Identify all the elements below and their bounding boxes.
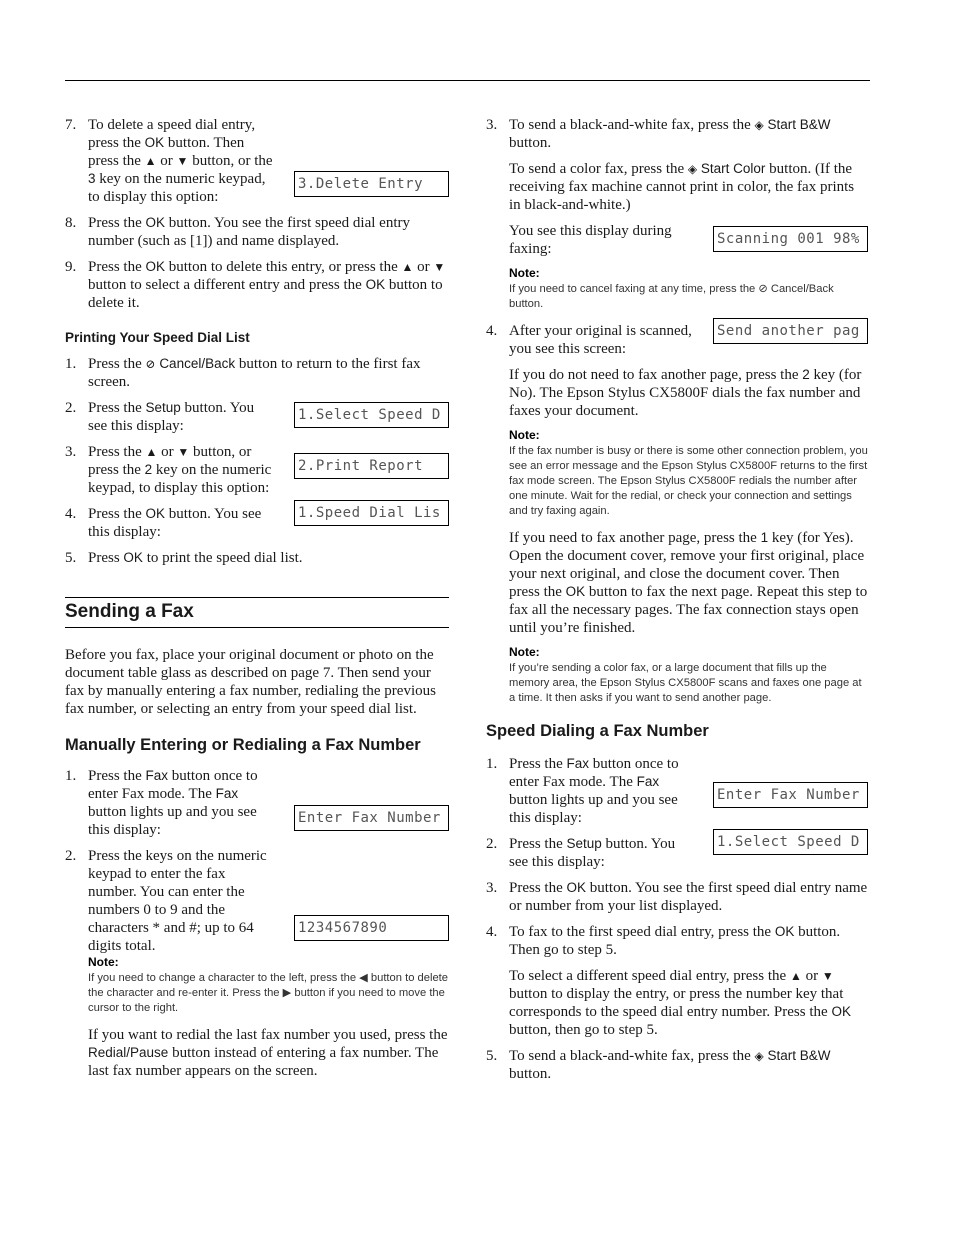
up-arrow-icon: ▲ <box>789 969 802 983</box>
section-title-sending-a-fax: Sending a Fax <box>65 597 449 628</box>
lcd-display: Send another pag <box>713 318 868 344</box>
print-step-4: 4. Press the OK button. You see this dis… <box>65 500 449 541</box>
sending-intro: Before you fax, place your original docu… <box>65 647 436 717</box>
note: Note: If you’re sending a color fax, or a… <box>509 645 862 704</box>
redial-paragraph: If you want to redial the last fax numbe… <box>88 1027 448 1079</box>
ok-button-ref: OK <box>144 135 165 150</box>
print-step-3: 3. Press the ▲ or ▼ button, or press the… <box>65 443 449 497</box>
note: Note: If you need to cancel faxing at any… <box>509 266 834 310</box>
print-step-1: 1. Press the ⊘ Cancel/Back button to ret… <box>65 356 421 390</box>
lcd-display: 3.Delete Entry <box>294 171 449 197</box>
lcd-display: 1.Speed Dial Lis <box>294 500 449 526</box>
lcd-display: Scanning 001 98% <box>713 226 868 252</box>
speed-step-4: 4. To fax to the first speed dial entry,… <box>486 924 851 1038</box>
note: Note: If you need to change a character t… <box>88 955 449 1014</box>
speed-step-1: 1. Press the Fax button once to enter Fa… <box>486 755 868 827</box>
delete-step-9: 9. Press the OK button to delete this en… <box>65 259 446 311</box>
speed-dial-heading: Speed Dialing a Fax Number <box>486 722 709 740</box>
up-arrow-icon: ▲ <box>145 445 158 459</box>
header-rule <box>65 80 870 81</box>
send-step-3: 3. To send a black-and-white fax, press … <box>486 116 868 312</box>
print-step-5: 5. Press OK to print the speed dial list… <box>65 550 303 566</box>
delete-step-8: 8. Press the OK button. You see the firs… <box>65 215 410 249</box>
left-arrow-icon: ◀ <box>359 972 368 984</box>
start-diamond-icon: ◈ <box>687 162 698 176</box>
up-arrow-icon: ▲ <box>144 154 157 168</box>
delete-step-7: 7. To delete a speed dial entry, press t… <box>65 116 449 206</box>
cancel-icon: ⊘ <box>758 283 768 295</box>
manual-heading: Manually Entering or Redialing a Fax Num… <box>65 736 421 754</box>
lcd-display: 1.Select Speed D <box>713 829 868 855</box>
right-arrow-icon: ▶ <box>282 987 292 999</box>
up-arrow-icon: ▲ <box>401 260 414 274</box>
speed-step-3: 3. Press the OK button. You see the firs… <box>486 880 868 914</box>
down-arrow-icon: ▼ <box>176 154 189 168</box>
left-column: 7. To delete a speed dial entry, press t… <box>65 116 449 1080</box>
right-column: 3. To send a black-and-white fax, press … <box>486 116 868 1091</box>
lcd-display: Enter Fax Number <box>713 782 868 808</box>
speed-step-2: 2. Press the Setup button. You see this … <box>486 829 868 871</box>
send-step-4: 4. After your original is scanned, you s… <box>486 318 868 706</box>
cancel-icon: ⊘ <box>145 357 156 371</box>
lcd-display: 2.Print Report <box>294 453 449 479</box>
down-arrow-icon: ▼ <box>821 969 834 983</box>
print-list-heading: Printing Your Speed Dial List <box>65 330 250 345</box>
down-arrow-icon: ▼ <box>177 445 190 459</box>
lcd-display: 1.Select Speed D <box>294 402 449 428</box>
start-diamond-icon: ◈ <box>754 1049 764 1063</box>
print-step-2: 2. Press the Setup button. You see this … <box>65 399 449 435</box>
down-arrow-icon: ▼ <box>433 260 446 274</box>
lcd-display: Enter Fax Number <box>294 805 449 831</box>
start-diamond-icon: ◈ <box>754 118 764 132</box>
manual-step-2: 2. Press the keys on the numeric keypad … <box>65 847 449 954</box>
lcd-display: 1234567890 <box>294 915 449 941</box>
note: Note: If the fax number is busy or there … <box>509 428 868 517</box>
manual-step-1: 1. Press the Fax button once to enter Fa… <box>65 767 449 839</box>
speed-step-5: 5. To send a black-and-white fax, press … <box>486 1048 831 1082</box>
